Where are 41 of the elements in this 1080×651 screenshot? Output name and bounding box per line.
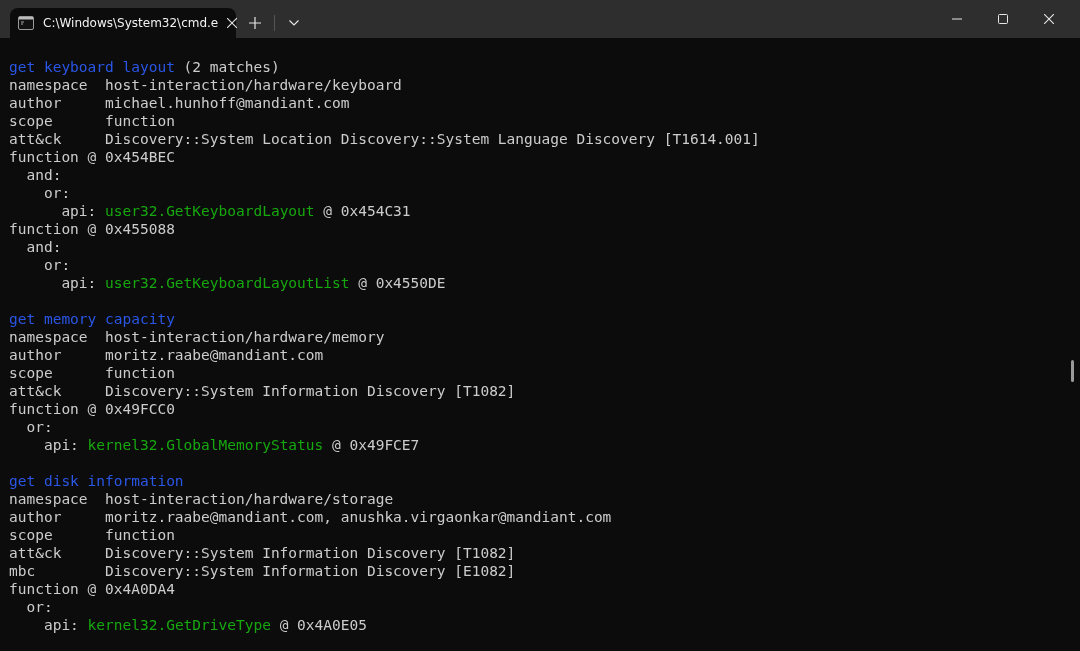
output-text: @ 0x4550DE: [357, 275, 446, 291]
output-text: function @ 0x49FCC0: [9, 401, 175, 417]
terminal-tab[interactable]: C:\Windows\System32\cmd.e: [10, 8, 236, 38]
output-text: author moritz.raabe@mandiant.com, anushka.virgaonkar@mandiant.com: [9, 509, 612, 525]
output-text: api:: [42, 617, 80, 633]
output-text: api:: [60, 275, 98, 291]
output-text: function @ 0x4A0DA4: [9, 581, 175, 597]
output-text: mbc Discovery::System Information Discovery [E1082]: [9, 563, 516, 579]
output-text: (2 matches): [182, 59, 280, 75]
output-text: function @ 0x454BEC: [9, 149, 175, 165]
output-text: or:: [42, 185, 71, 201]
output-text: and:: [25, 239, 62, 255]
output-text: api:: [60, 203, 98, 219]
output-text: @ 0x454C31: [322, 203, 411, 219]
tab-title: C:\Windows\System32\cmd.e: [43, 16, 219, 30]
rule-name: get keyboard layout: [9, 59, 175, 75]
output-text: scope function: [9, 113, 175, 129]
output-text: @ 0x49FCE7: [331, 437, 420, 453]
output-text: author michael.hunhoff@mandiant.com: [9, 95, 350, 111]
output-text: att&ck Discovery::System Information Discovery [T1082]: [9, 383, 516, 399]
output-text: att&ck Discovery::System Location Discovery::System Language Discovery [T1614.001]: [9, 131, 760, 147]
output-text: att&ck Discovery::System Information Discovery [T1082]: [9, 545, 516, 561]
rule-name: get disk information: [9, 473, 184, 489]
api-name: user32.GetKeyboardLayoutList: [105, 275, 350, 291]
output-text: @ 0x4A0E05: [278, 617, 367, 633]
api-name: user32.GetKeyboardLayout: [105, 203, 315, 219]
output-text: author moritz.raabe@mandiant.com: [9, 347, 324, 363]
output-text: or:: [42, 257, 71, 273]
output-text: scope function: [9, 365, 175, 381]
output-text: or:: [25, 599, 53, 615]
output-text: namespace host-interaction/hardware/storage: [9, 491, 394, 507]
output-text: and:: [25, 167, 62, 183]
rule-name: get memory capacity: [9, 311, 175, 327]
output-text: namespace host-interaction/hardware/keyboard: [9, 77, 402, 93]
api-name: kernel32.GlobalMemoryStatus: [87, 437, 324, 453]
output-text: or:: [25, 419, 53, 435]
output-text: namespace host-interaction/hardware/memory: [9, 329, 385, 345]
api-name: kernel32.GetDriveType: [87, 617, 271, 633]
output-text: function @ 0x455088: [9, 221, 175, 237]
output-text: scope function: [9, 527, 175, 543]
output-text: api:: [42, 437, 80, 453]
